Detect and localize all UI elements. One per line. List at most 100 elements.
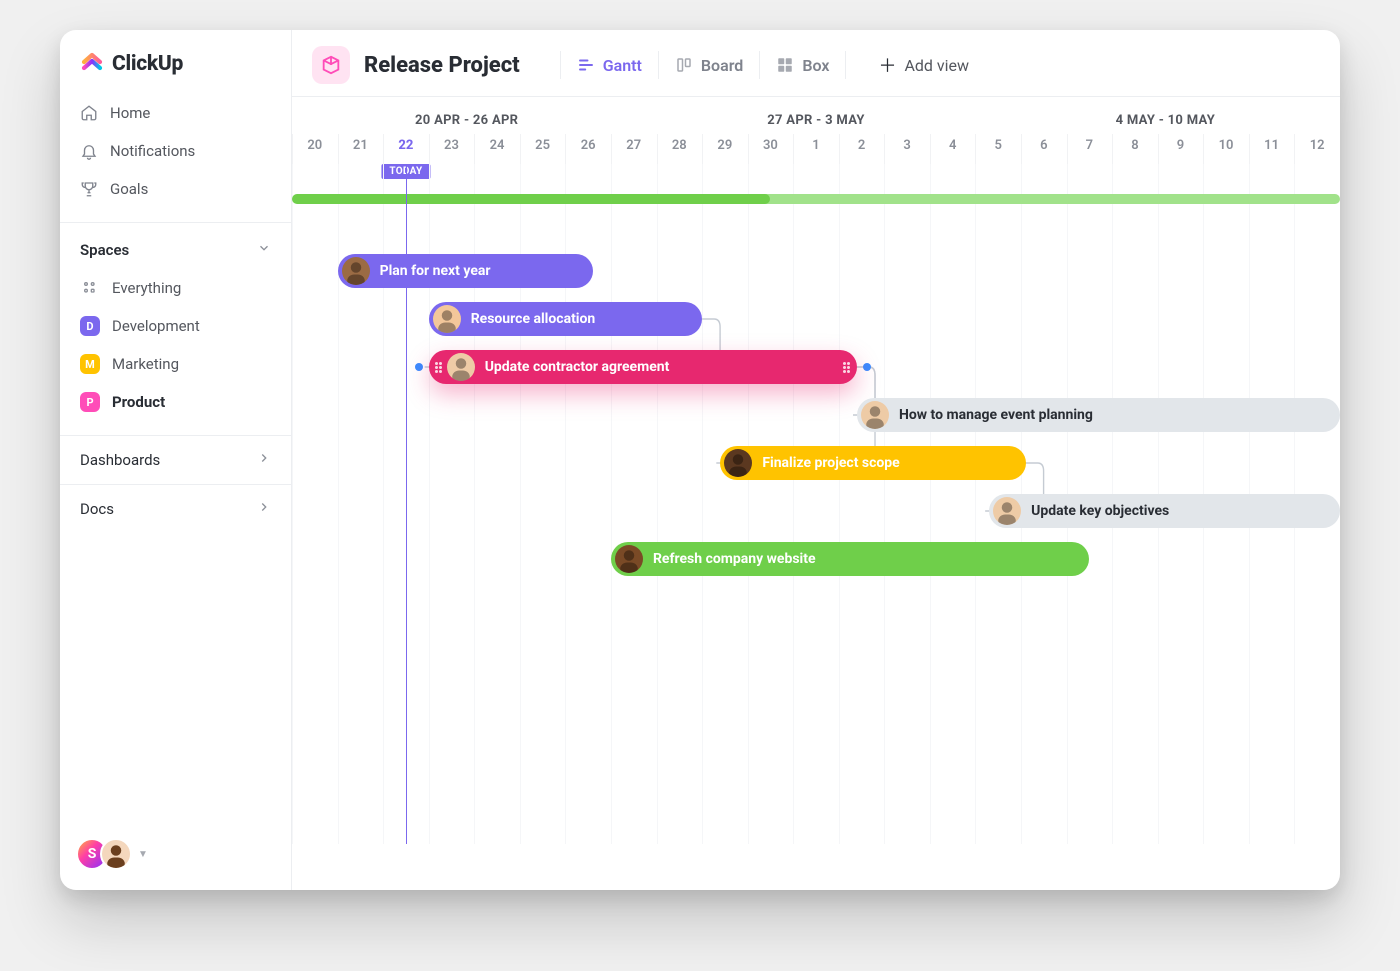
space-development[interactable]: D Development bbox=[68, 307, 283, 345]
row-label: Docs bbox=[80, 500, 114, 518]
view-tabs: Gantt Board Box ＋ bbox=[544, 51, 969, 79]
day-label: 22TODAY bbox=[383, 134, 429, 164]
day-label: 4 bbox=[930, 134, 976, 164]
day-label: 24 bbox=[474, 134, 520, 164]
sidebar: ClickUp Home Notifications Goals bbox=[60, 30, 292, 890]
day-label: 20 bbox=[292, 134, 338, 164]
week-row: 20 APR - 26 APR27 APR - 3 MAY4 MAY - 10 … bbox=[292, 97, 1340, 134]
resize-handle-icon[interactable] bbox=[843, 359, 851, 375]
gantt-task-bar[interactable]: How to manage event planning bbox=[857, 398, 1340, 432]
brand-name: ClickUp bbox=[112, 52, 183, 76]
nav-label: Notifications bbox=[110, 142, 195, 160]
space-everything[interactable]: Everything bbox=[68, 269, 283, 307]
tab-label: Board bbox=[701, 56, 743, 75]
space-label: Development bbox=[112, 317, 200, 335]
day-label: 21 bbox=[338, 134, 384, 164]
task-label: Plan for next year bbox=[380, 263, 491, 279]
sidebar-docs[interactable]: Docs bbox=[60, 484, 291, 533]
space-label: Everything bbox=[112, 279, 181, 297]
space-label: Product bbox=[112, 393, 165, 411]
bell-icon bbox=[80, 142, 98, 160]
week-label: 4 MAY - 10 MAY bbox=[991, 107, 1340, 134]
tab-label: Box bbox=[802, 56, 829, 75]
week-label: 27 APR - 3 MAY bbox=[641, 107, 990, 134]
space-badge-icon: D bbox=[80, 316, 100, 336]
task-label: Resource allocation bbox=[471, 311, 596, 327]
avatar bbox=[100, 838, 132, 870]
gantt-icon bbox=[577, 56, 595, 74]
nav-label: Home bbox=[110, 104, 150, 122]
nav-goals[interactable]: Goals bbox=[68, 170, 283, 208]
day-label: 12 bbox=[1294, 134, 1340, 164]
gantt-task-bar[interactable]: Update key objectives bbox=[989, 494, 1340, 528]
gantt-task-bar[interactable]: Refresh company website bbox=[611, 542, 1089, 576]
avatar bbox=[433, 305, 461, 333]
day-label: 9 bbox=[1158, 134, 1204, 164]
space-marketing[interactable]: M Marketing bbox=[68, 345, 283, 383]
day-label: 30 bbox=[748, 134, 794, 164]
gantt-chart[interactable]: 20 APR - 26 APR27 APR - 3 MAY4 MAY - 10 … bbox=[292, 97, 1340, 890]
dependency-handle-icon[interactable] bbox=[863, 363, 871, 371]
space-badge-icon: M bbox=[80, 354, 100, 374]
caret-down-icon: ▼ bbox=[138, 849, 148, 860]
spaces-heading: Spaces bbox=[80, 241, 129, 259]
resize-handle-icon[interactable] bbox=[435, 359, 443, 375]
day-label: 28 bbox=[657, 134, 703, 164]
day-label: 2 bbox=[839, 134, 885, 164]
divider bbox=[658, 51, 659, 79]
user-avatar-stack[interactable]: S ▼ bbox=[76, 838, 148, 870]
day-label: 23 bbox=[429, 134, 475, 164]
app-window: ClickUp Home Notifications Goals bbox=[60, 30, 1340, 890]
main: Release Project Gantt Board bbox=[292, 30, 1340, 890]
day-label: 8 bbox=[1112, 134, 1158, 164]
avatar bbox=[342, 257, 370, 285]
avatar bbox=[724, 449, 752, 477]
gantt-task-bar[interactable]: Resource allocation bbox=[429, 302, 702, 336]
task-label: Update contractor agreement bbox=[485, 359, 670, 375]
day-label: 6 bbox=[1021, 134, 1067, 164]
topbar: Release Project Gantt Board bbox=[292, 30, 1340, 97]
day-label: 1 bbox=[793, 134, 839, 164]
space-label: Marketing bbox=[112, 355, 179, 373]
day-label: 11 bbox=[1249, 134, 1295, 164]
tab-gantt[interactable]: Gantt bbox=[577, 56, 642, 75]
gantt-chart-area[interactable]: Plan for next year Resource allocation Upd… bbox=[292, 164, 1340, 844]
primary-nav: Home Notifications Goals bbox=[60, 90, 291, 222]
tab-box[interactable]: Box bbox=[776, 56, 829, 75]
nav-home[interactable]: Home bbox=[68, 94, 283, 132]
tab-label: Gantt bbox=[603, 56, 642, 75]
board-icon bbox=[675, 56, 693, 74]
home-icon bbox=[80, 104, 98, 122]
gantt-task-bar[interactable]: Update contractor agreement bbox=[429, 350, 857, 384]
gantt-task-bar[interactable]: Plan for next year bbox=[338, 254, 593, 288]
task-label: How to manage event planning bbox=[899, 407, 1093, 423]
day-label: 7 bbox=[1067, 134, 1113, 164]
timeline-header: 20 APR - 26 APR27 APR - 3 MAY4 MAY - 10 … bbox=[292, 97, 1340, 164]
space-product[interactable]: P Product bbox=[68, 383, 283, 421]
sidebar-dashboards[interactable]: Dashboards bbox=[60, 435, 291, 484]
avatar bbox=[861, 401, 889, 429]
brand-logo[interactable]: ClickUp bbox=[60, 30, 291, 90]
add-view-button[interactable]: ＋ Add view bbox=[878, 52, 969, 78]
divider bbox=[560, 51, 561, 79]
gantt-task-bar[interactable]: Finalize project scope bbox=[720, 446, 1025, 480]
avatar bbox=[615, 545, 643, 573]
avatar bbox=[993, 497, 1021, 525]
brand-logo-icon bbox=[80, 52, 104, 76]
nav-label: Goals bbox=[110, 180, 148, 198]
tab-board[interactable]: Board bbox=[675, 56, 743, 75]
day-label: 27 bbox=[611, 134, 657, 164]
avatar bbox=[447, 353, 475, 381]
project-badge-icon bbox=[312, 46, 350, 84]
week-label: 20 APR - 26 APR bbox=[292, 107, 641, 134]
divider bbox=[759, 51, 760, 79]
chevron-right-icon bbox=[257, 500, 271, 518]
dependency-handle-icon[interactable] bbox=[415, 363, 423, 371]
day-label: 29 bbox=[702, 134, 748, 164]
day-label: 3 bbox=[884, 134, 930, 164]
task-label: Finalize project scope bbox=[762, 455, 899, 471]
spaces-header[interactable]: Spaces bbox=[60, 223, 291, 267]
day-label: 26 bbox=[565, 134, 611, 164]
space-badge-icon: P bbox=[80, 392, 100, 412]
nav-notifications[interactable]: Notifications bbox=[68, 132, 283, 170]
